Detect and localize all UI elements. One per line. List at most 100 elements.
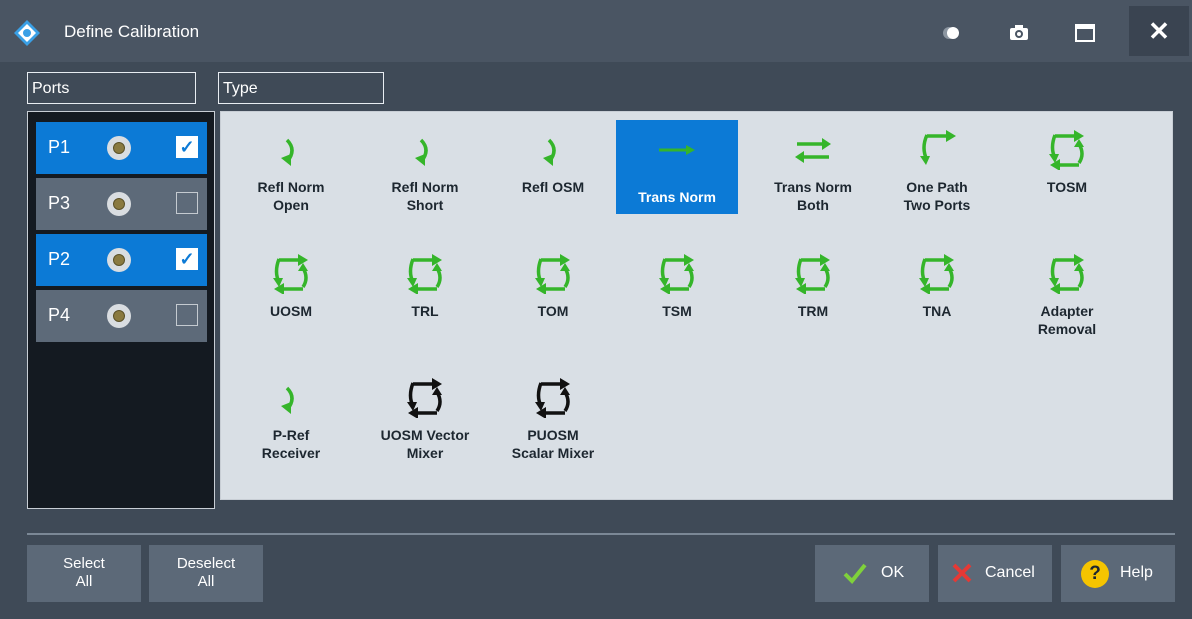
cal-type-tna[interactable]: TNA bbox=[876, 244, 998, 338]
cal-type-label: Refl Norm Short bbox=[364, 178, 486, 214]
camera-icon[interactable] bbox=[1008, 22, 1030, 44]
cal-type-label: PUOSM Scalar Mixer bbox=[492, 426, 614, 462]
port-checkbox[interactable] bbox=[176, 304, 198, 326]
cal-type-label: P-Ref Receiver bbox=[230, 426, 352, 462]
cal-type-uosm[interactable]: UOSM bbox=[230, 244, 352, 338]
cal-type-refl-norm-short[interactable]: Refl Norm Short bbox=[364, 120, 486, 214]
deselect-all-button[interactable]: Deselect All bbox=[149, 545, 263, 602]
cal-type-refl-norm-open[interactable]: Refl Norm Open bbox=[230, 120, 352, 214]
refl-arrow-icon bbox=[415, 138, 428, 166]
cal-type-trans-norm-both[interactable]: Trans Norm Both bbox=[752, 120, 874, 214]
footer-separator bbox=[27, 533, 1175, 535]
cal-type-tsm[interactable]: TSM bbox=[616, 244, 738, 338]
cal-type-label-line: TRM bbox=[797, 303, 829, 319]
cal-type-label: Adapter Removal bbox=[1006, 302, 1128, 338]
toggle-icon[interactable] bbox=[940, 22, 962, 44]
ports-header: Ports bbox=[27, 72, 196, 104]
one-path-icon bbox=[920, 130, 956, 165]
rohde-schwarz-logo-icon bbox=[14, 20, 40, 46]
select-all-button[interactable]: Select All bbox=[27, 545, 141, 602]
bidirectional-arrows-icon bbox=[795, 138, 831, 163]
maximize-icon[interactable] bbox=[1074, 22, 1096, 44]
two-port-cal-icon bbox=[919, 254, 954, 294]
cal-type-label: Trans Norm bbox=[616, 188, 738, 206]
cal-type-one-path-two-ports[interactable]: One Path Two Ports bbox=[876, 120, 998, 214]
refl-arrow-icon bbox=[281, 386, 294, 414]
port-checkbox[interactable]: ✓ bbox=[176, 248, 198, 270]
two-port-cal-icon bbox=[659, 254, 694, 294]
port-connector-icon bbox=[107, 136, 131, 160]
cal-type-label-line: Removal bbox=[1037, 321, 1097, 337]
ports-list: P1 ✓ P3 P2 ✓ P4 bbox=[27, 111, 215, 509]
checkmark-icon bbox=[843, 563, 867, 584]
port-checkbox[interactable]: ✓ bbox=[176, 136, 198, 158]
cal-type-p-ref-receiver[interactable]: P-Ref Receiver bbox=[230, 368, 352, 462]
cal-type-tosm[interactable]: TOSM bbox=[1006, 120, 1128, 214]
cal-type-label-line: Open bbox=[273, 197, 309, 213]
close-icon: ✕ bbox=[1148, 16, 1170, 46]
refl-arrow-icon bbox=[543, 138, 556, 166]
cal-type-uosm-vector-mixer[interactable]: UOSM Vector Mixer bbox=[364, 368, 486, 462]
port-label: P4 bbox=[48, 305, 71, 325]
help-question-icon: ? bbox=[1081, 560, 1109, 588]
close-button[interactable]: ✕ bbox=[1129, 6, 1189, 56]
cal-type-trl[interactable]: TRL bbox=[364, 244, 486, 338]
port-connector-icon bbox=[107, 192, 131, 216]
mixer-cal-icon bbox=[535, 378, 570, 418]
mixer-cal-icon bbox=[407, 378, 442, 418]
cancel-x-icon bbox=[952, 563, 972, 583]
cal-type-label-line: UOSM Vector bbox=[380, 427, 470, 443]
port-row[interactable]: P4 bbox=[36, 290, 207, 342]
ok-button[interactable]: OK bbox=[815, 545, 929, 602]
cal-type-label: UOSM Vector Mixer bbox=[364, 426, 486, 462]
port-label: P2 bbox=[48, 249, 71, 269]
cal-type-label: Refl OSM bbox=[492, 178, 614, 196]
two-port-cal-icon bbox=[407, 254, 442, 294]
cal-type-trm[interactable]: TRM bbox=[752, 244, 874, 338]
two-port-cal-icon bbox=[1049, 254, 1084, 294]
cal-type-label-line: PUOSM bbox=[527, 427, 579, 443]
port-row[interactable]: P1 ✓ bbox=[36, 122, 207, 174]
cal-type-label-line: Refl Norm bbox=[391, 179, 459, 195]
cal-type-label-line: TSM bbox=[662, 303, 692, 319]
define-calibration-dialog: Define Calibration ✕ Ports Type P1 ✓ P3 P2 ✓… bbox=[0, 0, 1192, 619]
two-port-cal-icon bbox=[795, 254, 830, 294]
refl-arrow-icon bbox=[281, 138, 294, 166]
cal-type-label-line: Both bbox=[797, 197, 829, 213]
calibration-type-grid: Refl Norm Open Refl Norm Short Refl OSM Trans… bbox=[220, 111, 1173, 500]
port-checkbox[interactable] bbox=[176, 192, 198, 214]
cal-type-trans-norm[interactable]: Trans Norm bbox=[616, 120, 738, 214]
port-label: P3 bbox=[48, 193, 71, 213]
port-connector-icon bbox=[107, 304, 131, 328]
cal-type-label: TRL bbox=[364, 302, 486, 320]
cal-type-label-line: Trans Norm bbox=[638, 189, 716, 205]
cal-type-label: TOM bbox=[492, 302, 614, 320]
cal-type-puosm-scalar-mixer[interactable]: PUOSM Scalar Mixer bbox=[492, 368, 614, 462]
cal-type-label-line: TRL bbox=[411, 303, 439, 319]
cal-type-label-line: Adapter bbox=[1040, 303, 1094, 319]
cal-type-label-line: UOSM bbox=[270, 303, 312, 319]
trans-arrow-icon bbox=[659, 145, 695, 155]
port-row[interactable]: P3 bbox=[36, 178, 207, 230]
cal-type-refl-osm[interactable]: Refl OSM bbox=[492, 120, 614, 214]
window-title: Define Calibration bbox=[64, 22, 200, 41]
cal-type-label-line: Refl OSM bbox=[521, 179, 585, 195]
two-port-cal-icon bbox=[273, 254, 308, 294]
cal-type-label-line: TOM bbox=[537, 303, 569, 319]
cal-type-adapter-removal[interactable]: Adapter Removal bbox=[1006, 244, 1128, 338]
cal-type-label-line: Trans Norm bbox=[774, 179, 852, 195]
cal-type-label: TOSM bbox=[1006, 178, 1128, 196]
cal-type-label: Trans Norm Both bbox=[752, 178, 874, 214]
cal-type-label-line: Refl Norm bbox=[257, 179, 325, 195]
select-all-label-line2: All bbox=[75, 573, 93, 590]
deselect-all-label-line2: All bbox=[197, 573, 215, 590]
cancel-button[interactable]: Cancel bbox=[938, 545, 1052, 602]
cal-type-label: UOSM bbox=[230, 302, 352, 320]
help-button[interactable]: ? Help bbox=[1061, 545, 1175, 602]
port-row[interactable]: P2 ✓ bbox=[36, 234, 207, 286]
cal-type-tom[interactable]: TOM bbox=[492, 244, 614, 338]
cal-type-label-line: Mixer bbox=[406, 445, 444, 461]
cal-type-label-line: Receiver bbox=[261, 445, 321, 461]
two-port-cal-icon bbox=[1049, 130, 1084, 170]
cal-type-label-line: TOSM bbox=[1046, 179, 1088, 195]
